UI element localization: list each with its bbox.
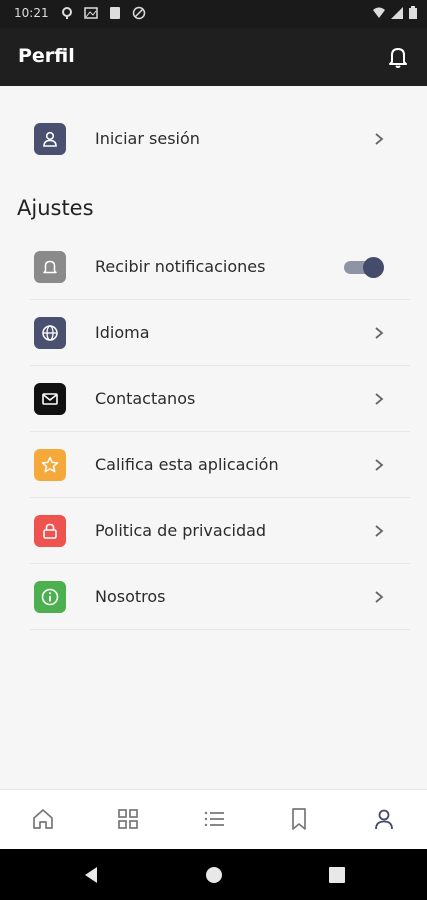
notifications-toggle[interactable] [342, 256, 384, 278]
wifi-icon [373, 7, 385, 18]
grid-icon [118, 809, 138, 829]
notifications-button[interactable] [383, 42, 413, 72]
user-icon [34, 123, 66, 155]
photo-status-icon [84, 7, 98, 19]
language-label: Idioma [95, 323, 150, 342]
globe-icon [34, 317, 66, 349]
rate-app-row[interactable]: Califica esta aplicación [16, 432, 410, 498]
contact-row[interactable]: Contactanos [16, 366, 410, 432]
notifications-row[interactable]: Recibir notificaciones [16, 234, 410, 300]
location-status-icon [62, 7, 72, 19]
list-icon [204, 811, 224, 827]
bookmark-icon [292, 808, 306, 830]
chevron-right-icon [375, 591, 384, 603]
signal-icon [391, 7, 403, 19]
settings-section-title: Ajustes [17, 196, 94, 220]
about-row[interactable]: Nosotros [16, 564, 410, 630]
dnd-status-icon [132, 6, 146, 20]
info-icon [34, 581, 66, 613]
profile-content: Iniciar sesión Ajustes Recibir notificac… [0, 86, 427, 789]
battery-icon [409, 6, 417, 19]
chevron-right-icon [375, 327, 384, 339]
nav-profile[interactable] [371, 806, 397, 832]
recents-icon[interactable] [326, 864, 348, 886]
bottom-nav [0, 789, 427, 849]
chevron-right-icon [375, 393, 384, 405]
sim-status-icon [110, 7, 120, 19]
chevron-right-icon [375, 525, 384, 537]
login-row[interactable]: Iniciar sesión [16, 106, 410, 172]
notifications-label: Recibir notificaciones [95, 257, 266, 276]
notification-bell-icon [34, 251, 66, 283]
privacy-row[interactable]: Politica de privacidad [16, 498, 410, 564]
contact-label: Contactanos [95, 389, 196, 408]
status-bar: 10:21 [0, 0, 427, 28]
profile-icon [375, 809, 393, 830]
nav-bookmarks[interactable] [286, 806, 312, 832]
about-label: Nosotros [95, 587, 166, 606]
chevron-right-icon [375, 133, 384, 145]
privacy-label: Politica de privacidad [95, 521, 267, 540]
chevron-right-icon [375, 459, 384, 471]
app-bar: Perfil [0, 28, 427, 86]
page-title: Perfil [18, 45, 75, 67]
star-icon [34, 449, 66, 481]
back-icon[interactable] [80, 864, 102, 886]
system-nav-bar [0, 849, 427, 900]
nav-home[interactable] [30, 806, 56, 832]
nav-list[interactable] [201, 806, 227, 832]
mail-icon [34, 383, 66, 415]
nav-grid[interactable] [115, 806, 141, 832]
login-label: Iniciar sesión [95, 129, 200, 148]
lock-icon [34, 515, 66, 547]
bell-icon [389, 48, 407, 68]
home-circle-icon[interactable] [203, 864, 225, 886]
divider [30, 629, 410, 630]
home-icon [33, 809, 53, 829]
status-time: 10:21 [14, 6, 49, 20]
language-row[interactable]: Idioma [16, 300, 410, 366]
rate-app-label: Califica esta aplicación [95, 455, 279, 474]
toggle-knob [363, 257, 384, 278]
